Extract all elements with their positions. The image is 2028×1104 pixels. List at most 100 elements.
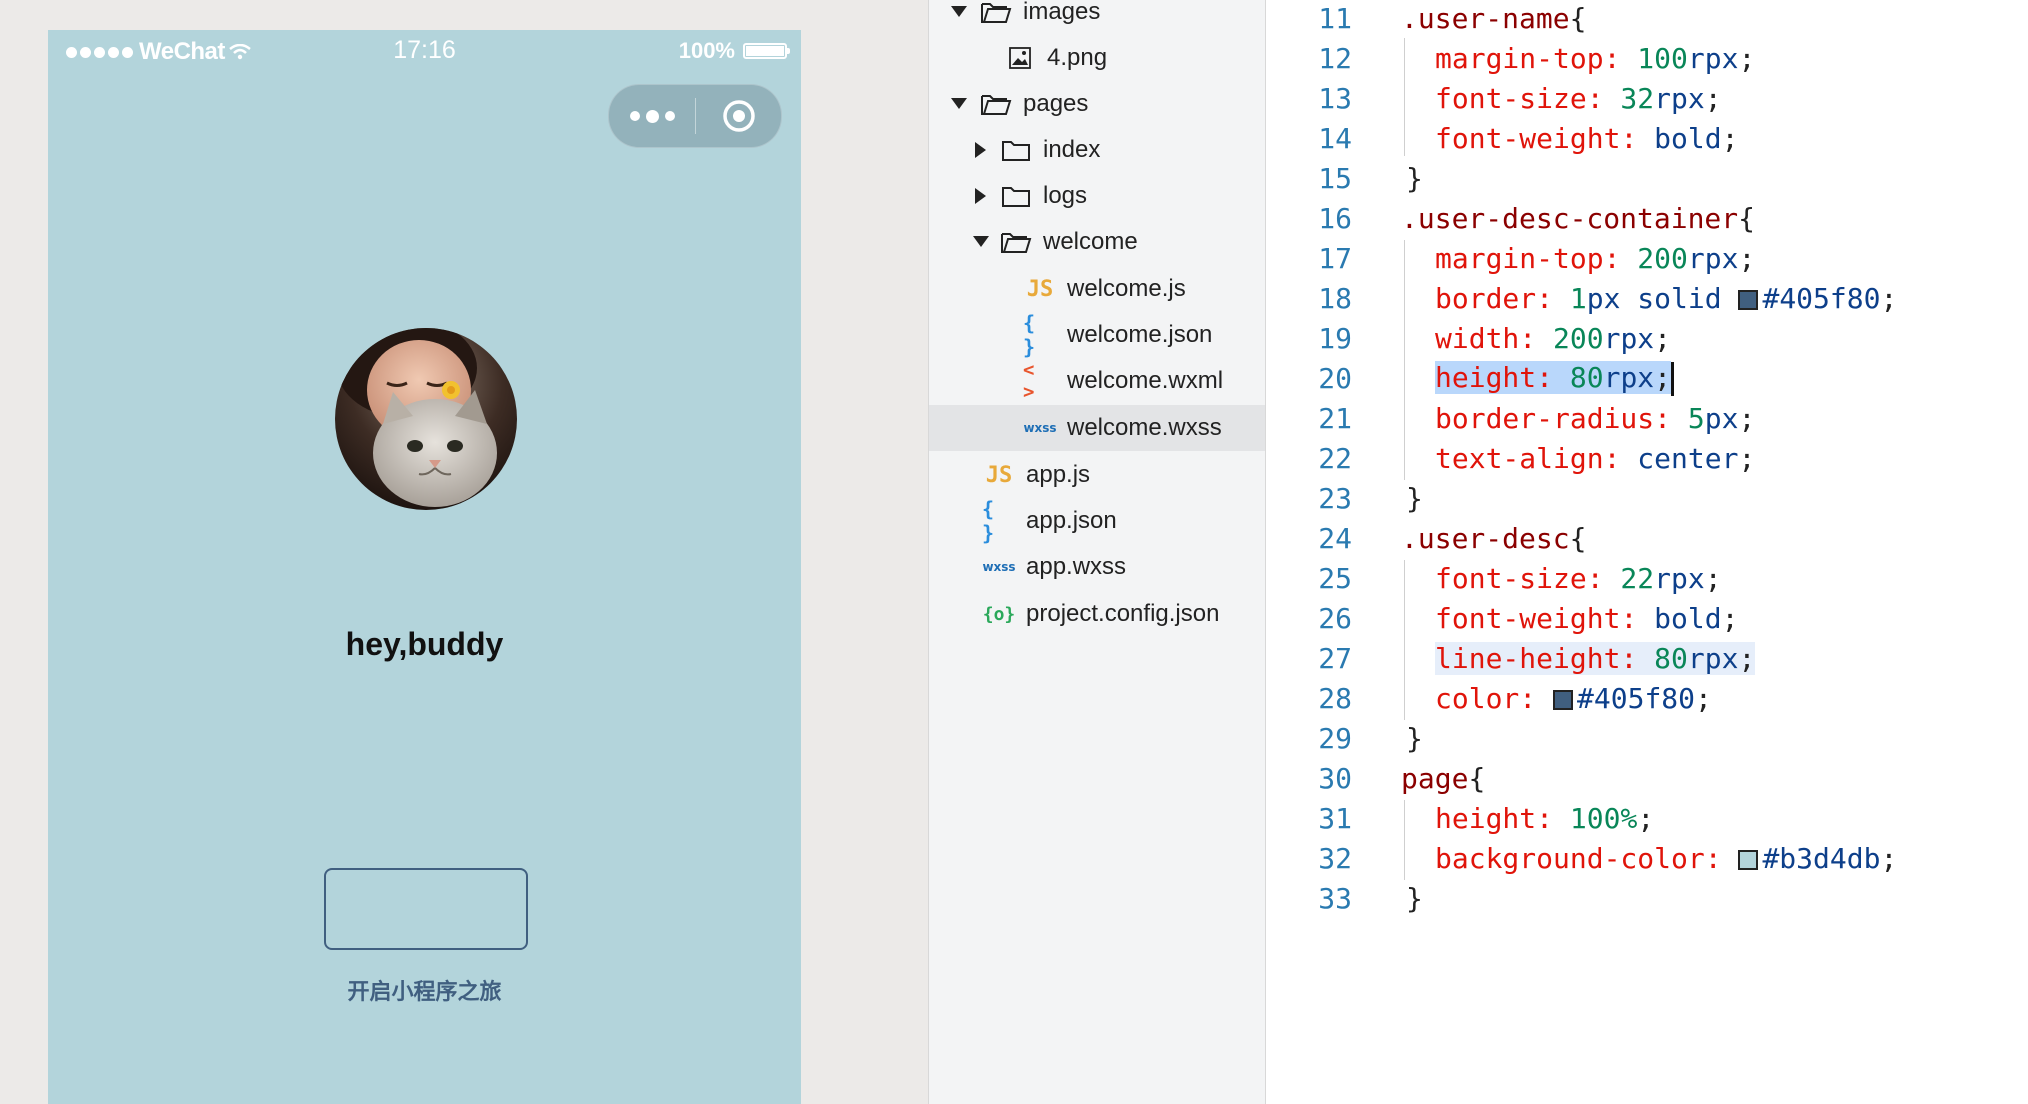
- colon: :: [1519, 681, 1537, 715]
- semicolon: ;: [1738, 401, 1756, 435]
- tree-file-welcome-wxml[interactable]: < > welcome.wxml: [929, 358, 1265, 404]
- semicolon: ;: [1637, 801, 1655, 835]
- more-menu-button[interactable]: [609, 85, 695, 147]
- css-property: border: [1435, 281, 1537, 315]
- color-swatch[interactable]: [1553, 689, 1574, 710]
- code-line[interactable]: 18 border: 1px solid #405f80;: [1266, 278, 2028, 318]
- css-number: 200: [1536, 321, 1604, 355]
- tree-label: app.json: [1026, 507, 1117, 534]
- code-text: text-align: center;: [1435, 442, 1755, 475]
- tree-folder-welcome[interactable]: welcome: [929, 219, 1265, 265]
- code-line[interactable]: 30 page{: [1266, 758, 2028, 798]
- tree-file-app-json[interactable]: { } app.json: [929, 497, 1265, 545]
- collapsed-arrow-icon[interactable]: [973, 142, 989, 158]
- tree-label: index: [1043, 136, 1101, 163]
- code-line[interactable]: 24 .user-desc{: [1266, 518, 2028, 558]
- css-number: 100: [1620, 41, 1688, 75]
- code-line[interactable]: 28 color: #405f80;: [1266, 678, 2028, 718]
- colon: :: [1586, 561, 1604, 595]
- tree-file-welcome-wxss[interactable]: wxss welcome.wxss: [929, 405, 1265, 451]
- colon: :: [1536, 801, 1554, 835]
- code-line[interactable]: 15 }: [1266, 158, 2028, 198]
- code-line[interactable]: 12 margin-top: 100rpx;: [1266, 38, 2028, 78]
- css-property: height: [1435, 360, 1537, 394]
- code-text: width: 200rpx;: [1435, 322, 1671, 355]
- code-line[interactable]: 19 width: 200rpx;: [1266, 318, 2028, 358]
- tree-file-app-js[interactable]: JS app.js: [929, 452, 1265, 498]
- code-line[interactable]: 29 }: [1266, 718, 2028, 758]
- tree-folder-pages[interactable]: pages: [929, 81, 1265, 127]
- code-editor[interactable]: 11 .user-name{ 12 margin-top: 100rpx; 13…: [1266, 0, 2028, 1104]
- folder-icon: [999, 181, 1033, 211]
- tree-file-app-wxss[interactable]: wxss app.wxss: [929, 544, 1265, 590]
- user-desc[interactable]: 开启小程序之旅: [48, 974, 801, 1006]
- code-line[interactable]: 21 border-radius: 5px;: [1266, 398, 2028, 438]
- tree-file-4png[interactable]: 4.png: [929, 35, 1265, 81]
- js-file-icon: JS: [1026, 276, 1054, 302]
- line-number: 14: [1318, 121, 1352, 155]
- image-file-icon: [1003, 43, 1037, 73]
- collapsed-arrow-icon[interactable]: [973, 188, 989, 204]
- expanded-arrow-icon[interactable]: [973, 234, 989, 250]
- brace: {: [1569, 521, 1587, 555]
- close-button[interactable]: [696, 85, 781, 147]
- tree-folder-logs[interactable]: logs: [929, 173, 1265, 219]
- semicolon: ;: [1654, 360, 1672, 394]
- text-cursor: [1671, 361, 1675, 396]
- code-line[interactable]: 26 font-weight: bold;: [1266, 598, 2028, 638]
- code-text: .user-name{: [1401, 2, 1586, 35]
- tree-label: app.js: [1026, 461, 1091, 488]
- code-text: }: [1406, 162, 1423, 195]
- brace: }: [1406, 881, 1423, 915]
- folder-open-icon: [979, 0, 1013, 27]
- tree-file-welcome-js[interactable]: JS welcome.js: [929, 266, 1265, 312]
- tree-label: 4.png: [1047, 44, 1108, 71]
- code-line[interactable]: 27 line-height: 80rpx;: [1266, 638, 2028, 678]
- code-line[interactable]: 16 .user-desc-container{: [1266, 198, 2028, 238]
- color-swatch[interactable]: [1738, 289, 1759, 310]
- tree-folder-index[interactable]: index: [929, 127, 1265, 173]
- tree-file-project-config[interactable]: {o} project.config.json: [929, 591, 1265, 637]
- expanded-arrow-icon[interactable]: [951, 4, 967, 20]
- code-text-selected: height: 80rpx;: [1435, 360, 1675, 396]
- css-number: 1: [1553, 281, 1587, 315]
- code-line[interactable]: 22 text-align: center;: [1266, 438, 2028, 478]
- code-text: font-weight: bold;: [1435, 602, 1738, 635]
- code-line[interactable]: 33 }: [1266, 878, 2028, 918]
- css-property: font-size: [1435, 81, 1587, 115]
- css-unit: rpx: [1687, 41, 1739, 75]
- semicolon: ;: [1880, 841, 1898, 875]
- tree-file-welcome-json[interactable]: { } welcome.json: [929, 311, 1265, 359]
- css-keyword: bold: [1637, 121, 1722, 155]
- start-journey-button[interactable]: [324, 868, 528, 950]
- code-line[interactable]: 13 font-size: 32rpx;: [1266, 78, 2028, 118]
- battery-icon: [743, 43, 790, 59]
- color-swatch[interactable]: [1738, 849, 1759, 870]
- code-line[interactable]: 25 font-size: 22rpx;: [1266, 558, 2028, 598]
- code-line-active[interactable]: 20 height: 80rpx;: [1266, 358, 2028, 398]
- css-keyword: solid: [1620, 281, 1739, 315]
- code-line[interactable]: 14 font-weight: bold;: [1266, 118, 2028, 158]
- code-line[interactable]: 17 margin-top: 200rpx;: [1266, 238, 2028, 278]
- line-number: 20: [1318, 361, 1352, 395]
- code-line[interactable]: 31 height: 100%;: [1266, 798, 2028, 838]
- line-number: 33: [1318, 881, 1352, 915]
- phone-screen: WeChat 17:16 100% hey,buddy 开启小程序之旅: [48, 30, 801, 1104]
- css-property: height: [1435, 801, 1537, 835]
- code-text: border: 1px solid #405f80;: [1435, 282, 1897, 315]
- code-line[interactable]: 11 .user-name{: [1266, 0, 2028, 38]
- expanded-arrow-icon[interactable]: [951, 96, 967, 112]
- line-number: 12: [1318, 41, 1352, 75]
- code-line[interactable]: 23 }: [1266, 478, 2028, 518]
- line-number: 21: [1318, 401, 1352, 435]
- code-line[interactable]: 32 background-color: #b3d4db;: [1266, 838, 2028, 878]
- semicolon: ;: [1738, 641, 1756, 675]
- css-property: font-size: [1435, 561, 1587, 595]
- code-text: color: #405f80;: [1435, 682, 1712, 715]
- line-number: 11: [1318, 1, 1352, 35]
- line-number: 15: [1318, 161, 1352, 195]
- tree-folder-images[interactable]: images: [929, 0, 1265, 35]
- css-property: line-height: [1435, 641, 1621, 675]
